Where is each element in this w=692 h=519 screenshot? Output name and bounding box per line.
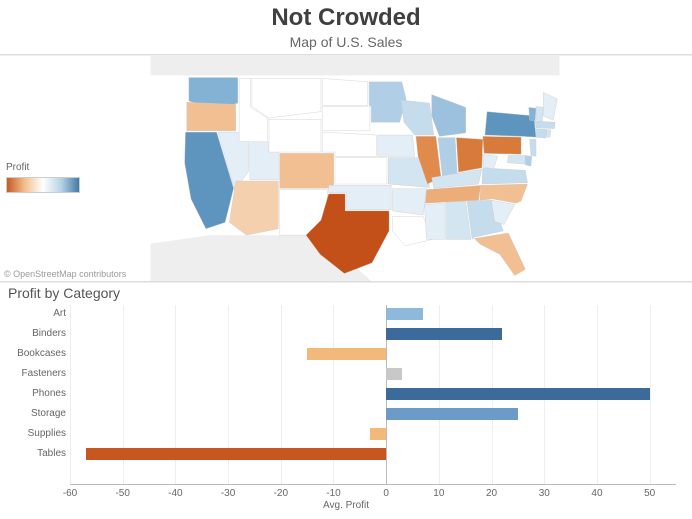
state-or [187,102,236,131]
category-label: Binders [6,325,66,343]
map-legend: Profit [6,162,80,193]
category-label: Art [6,305,66,323]
us-map [145,56,565,281]
legend-title: Profit [6,162,80,173]
state-sd [322,107,370,131]
state-co [280,153,334,188]
bar [370,428,386,440]
bar [386,328,502,340]
bar [307,348,386,360]
tick-label: -20 [274,488,288,499]
category-label: Tables [6,445,66,463]
state-ny [485,112,536,138]
state-ma [535,121,555,129]
tick-label: -50 [115,488,129,499]
state-az [229,181,278,235]
map-panel: Profit UnitedStates © OpenStreetMap cont… [0,56,692,281]
bar [386,388,649,400]
tick-label: -60 [63,488,77,499]
state-ar [392,189,426,215]
state-pa [483,136,521,154]
state-de [525,156,531,167]
state-ri [547,130,551,138]
bar-panel: Profit by Category -60 -50 -40 -30 -20 -10 0 10… [0,283,692,519]
tick-label: -40 [168,488,182,499]
category-label: Supplies [6,425,66,443]
category-label: Fasteners [6,365,66,383]
tick-label: -30 [221,488,235,499]
state-wy [269,119,321,152]
bar-row: Art [70,305,676,323]
tick-label: 30 [539,488,550,499]
bar-plot: -60-50-40-30-20-1001020304050ArtBindersB… [6,303,686,513]
state-ks [335,158,387,184]
bar-row: Storage [70,405,676,423]
state-nd [322,78,368,105]
bar-row: Tables [70,445,676,463]
tick-label: 40 [591,488,602,499]
map-attribution: © OpenStreetMap contributors [4,269,126,279]
state-oh [456,138,482,173]
x-axis-label: Avg. Profit [323,500,369,511]
bar-row: Bookcases [70,345,676,363]
category-label: Bookcases [6,345,66,363]
state-ms [424,203,444,239]
bar-row: Supplies [70,425,676,443]
state-va [482,168,528,184]
state-nh [536,107,543,121]
bar-row: Binders [70,325,676,343]
state-mt [252,78,321,118]
tick-label: 50 [644,488,655,499]
bar-row: Fasteners [70,365,676,383]
state-vt [529,107,536,121]
category-label: Storage [6,405,66,423]
chart-title: Not Crowded [0,4,692,32]
tick-label: 0 [383,488,389,499]
bar [386,408,518,420]
bar [86,448,386,460]
bar [386,308,423,320]
tick-label: -10 [326,488,340,499]
bar [386,368,402,380]
legend-gradient [6,177,80,193]
bar-row: Phones [70,385,676,403]
bar-chart-title: Profit by Category [8,285,686,301]
chart-subtitle: Map of U.S. Sales [0,34,692,50]
tick-label: 10 [433,488,444,499]
state-nj [530,139,536,156]
state-ia [378,135,415,156]
state-ct [535,129,547,138]
state-mn [369,82,406,122]
category-label: Phones [6,385,66,403]
tick-label: 20 [486,488,497,499]
state-md [507,156,525,165]
